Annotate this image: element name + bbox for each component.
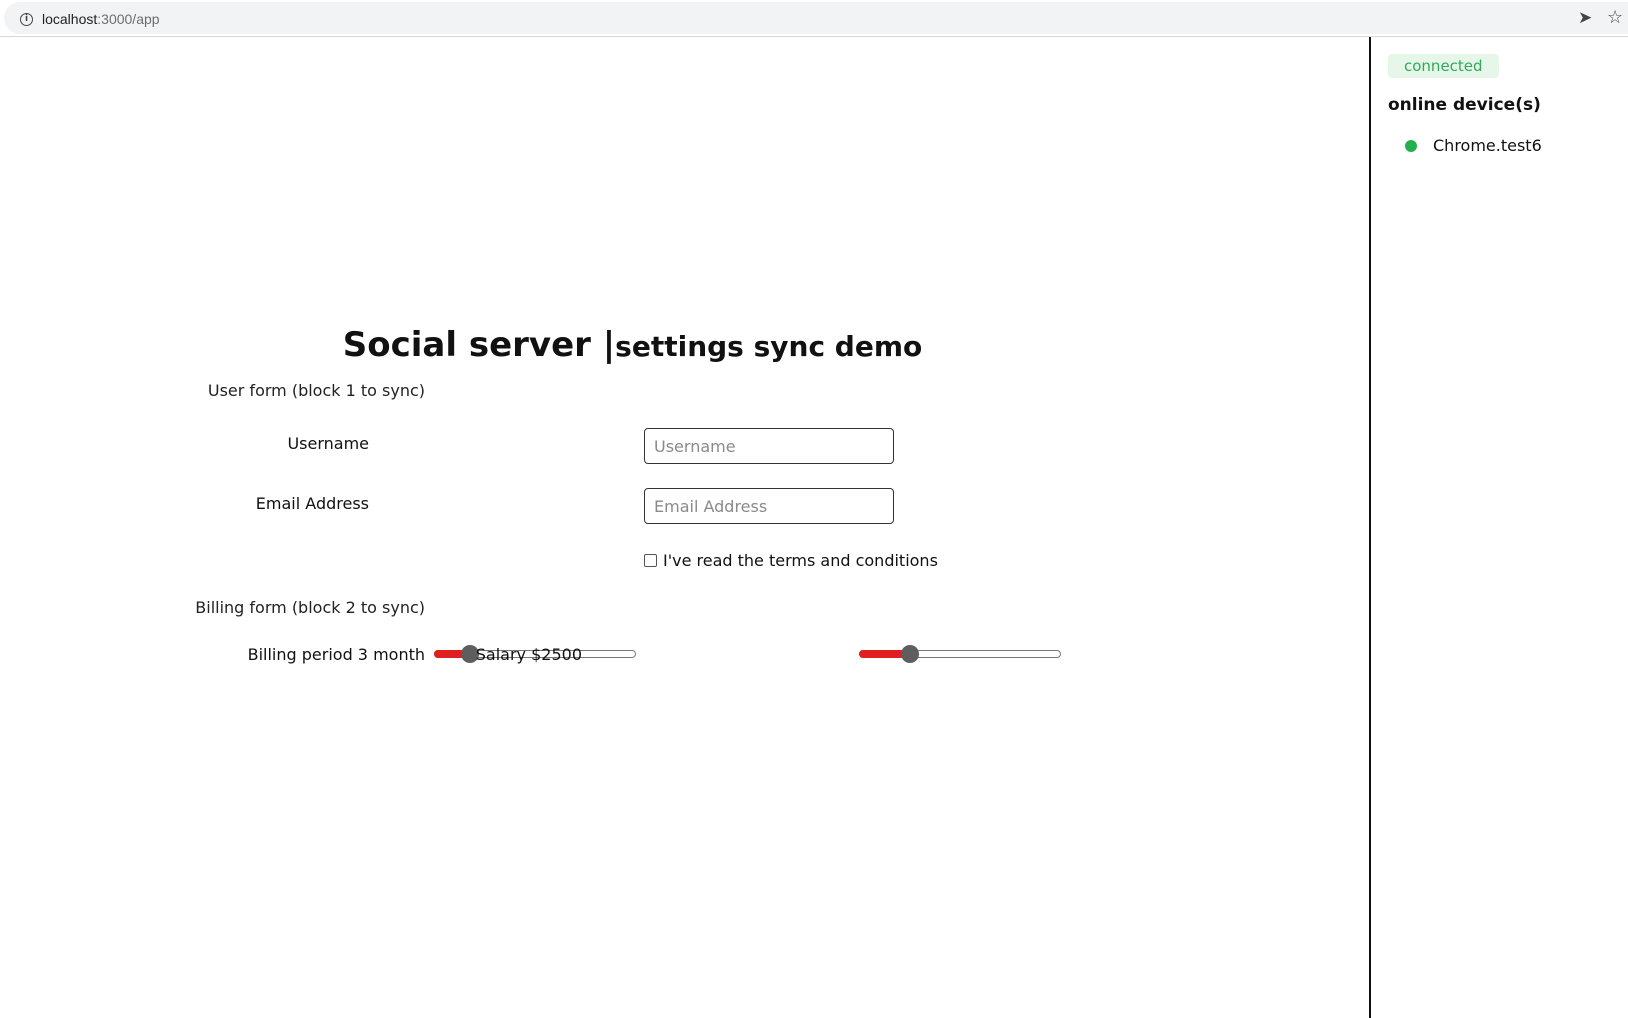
connection-status-badge: connected [1388,54,1499,78]
online-devices-title: online device(s) [1388,95,1541,115]
salary-label: Salary $2500 [475,645,582,664]
send-icon[interactable]: ➤ [1578,8,1592,28]
star-icon[interactable]: ☆ [1607,7,1623,28]
email-input[interactable] [644,488,894,524]
terms-checkbox[interactable] [644,554,657,567]
user-form-label: User form (block 1 to sync) [207,381,425,400]
info-icon[interactable]: i [20,13,33,26]
slider-thumb[interactable] [901,645,919,663]
billing-form-label: Billing form (block 2 to sync) [195,598,425,617]
url-path: :3000/app [97,11,160,27]
browser-address-bar: i localhost:3000/app ➤ ☆ [0,0,1628,37]
username-input[interactable] [644,428,894,464]
url-text[interactable]: localhost:3000/app [42,11,160,27]
terms-row: I've read the terms and conditions [644,551,938,570]
terms-label[interactable]: I've read the terms and conditions [663,551,938,570]
title-subtitle: settings sync demo [615,330,923,363]
username-label: Username [287,434,369,453]
device-name: Chrome.test6 [1433,136,1542,155]
title-separator: | [602,325,616,365]
title-main: Social server [342,325,603,365]
online-status-dot-icon [1405,139,1417,152]
page-title: Social server |settings sync demo [0,325,1265,365]
url-bar[interactable]: i localhost:3000/app [4,2,1628,34]
salary-slider[interactable] [859,641,1061,667]
url-host: localhost [42,11,98,27]
device-item: Chrome.test6 [1405,136,1542,155]
billing-period-label: Billing period 3 month [247,645,425,664]
email-label: Email Address [255,494,369,513]
main-content: Social server |settings sync demo User f… [0,37,1369,1018]
devices-sidebar: connected online device(s) Chrome.test6 [1369,37,1628,1018]
